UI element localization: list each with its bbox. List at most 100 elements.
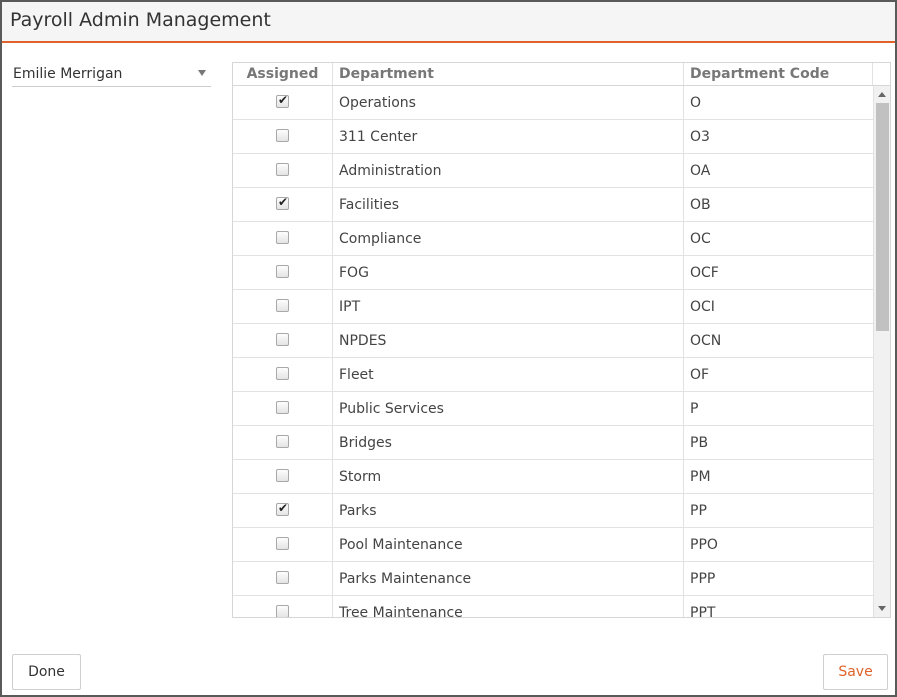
department-code-cell: OCI (690, 299, 715, 315)
assigned-cell: ✔ (233, 460, 333, 494)
assigned-checkbox[interactable]: ✔ (276, 537, 289, 550)
user-dropdown[interactable]: Emilie Merrigan (12, 63, 211, 87)
table-row[interactable]: ✔ Storm PM (233, 460, 873, 494)
title-bar: Payroll Admin Management (2, 2, 895, 43)
department-code-cell: OC (690, 231, 711, 247)
assigned-cell: ✔ (233, 188, 333, 222)
assigned-checkbox[interactable]: ✔ (276, 367, 289, 380)
department-cell: Pool Maintenance (333, 528, 684, 562)
assigned-checkbox[interactable]: ✔ (276, 231, 289, 244)
grid-header: Assigned Department Department Code (233, 63, 890, 86)
assigned-cell: ✔ (233, 358, 333, 392)
table-row[interactable]: ✔ Parks Maintenance PPP (233, 562, 873, 596)
assigned-checkbox[interactable]: ✔ (276, 163, 289, 176)
table-row[interactable]: ✔ NPDES OCN (233, 324, 873, 358)
check-icon: ✔ (278, 195, 289, 209)
assigned-cell: ✔ (233, 392, 333, 426)
department-cell: Public Services (333, 392, 684, 426)
department-code-cell: OF (690, 367, 710, 383)
arrow-down-icon[interactable] (878, 606, 886, 611)
department-cell: 311 Center (333, 120, 684, 154)
department-cell: Facilities (333, 188, 684, 222)
department-code-cell: OB (690, 197, 711, 213)
vertical-scrollbar[interactable] (873, 86, 890, 617)
payroll-admin-dialog: Payroll Admin Management Emilie Merrigan… (0, 0, 897, 697)
assigned-checkbox[interactable]: ✔ (276, 299, 289, 312)
chevron-down-icon (198, 70, 206, 76)
department-cell: Storm (333, 460, 684, 494)
table-row[interactable]: ✔ Operations O (233, 86, 873, 120)
assigned-cell: ✔ (233, 324, 333, 358)
table-row[interactable]: ✔ Compliance OC (233, 222, 873, 256)
table-row[interactable]: ✔ Fleet OF (233, 358, 873, 392)
department-code-cell: OA (690, 163, 711, 179)
assigned-cell: ✔ (233, 596, 333, 617)
department-cell: NPDES (333, 324, 684, 358)
table-row[interactable]: ✔ FOG OCF (233, 256, 873, 290)
assigned-checkbox[interactable]: ✔ (276, 401, 289, 414)
department-cell: FOG (333, 256, 684, 290)
department-code-cell: OCN (690, 333, 722, 349)
assigned-checkbox[interactable]: ✔ (276, 93, 289, 108)
table-row[interactable]: ✔ 311 Center O3 (233, 120, 873, 154)
table-row[interactable]: ✔ Bridges PB (233, 426, 873, 460)
table-row[interactable]: ✔ Pool Maintenance PPO (233, 528, 873, 562)
table-row[interactable]: ✔ Public Services P (233, 392, 873, 426)
department-code-cell: PPT (690, 605, 716, 618)
assigned-checkbox[interactable]: ✔ (276, 195, 289, 210)
department-code-cell: PB (690, 435, 709, 451)
user-dropdown-value: Emilie Merrigan (13, 66, 123, 82)
department-code-cell: PP (690, 503, 707, 519)
department-code-cell: O (690, 95, 702, 111)
department-cell: Parks (333, 494, 684, 528)
assigned-cell: ✔ (233, 494, 333, 528)
department-cell: IPT (333, 290, 684, 324)
assigned-cell: ✔ (233, 426, 333, 460)
table-row[interactable]: ✔ Facilities OB (233, 188, 873, 222)
department-cell: Fleet (333, 358, 684, 392)
assigned-cell: ✔ (233, 290, 333, 324)
assigned-checkbox[interactable]: ✔ (276, 605, 289, 617)
done-button[interactable]: Done (12, 654, 81, 690)
department-code-cell: PM (690, 469, 711, 485)
check-icon: ✔ (278, 93, 289, 107)
check-icon: ✔ (278, 501, 289, 515)
grid-body[interactable]: ✔ Operations O ✔ 311 Center O3 ✔ Administration… (233, 86, 873, 618)
assigned-checkbox[interactable]: ✔ (276, 501, 289, 516)
table-row[interactable]: ✔ Tree Maintenance PPT (233, 596, 873, 618)
department-code-cell: O3 (690, 129, 710, 145)
department-cell: Operations (333, 86, 684, 120)
assigned-checkbox[interactable]: ✔ (276, 469, 289, 482)
assigned-cell: ✔ (233, 154, 333, 188)
department-code-cell: P (690, 401, 699, 417)
assigned-cell: ✔ (233, 528, 333, 562)
assigned-cell: ✔ (233, 120, 333, 154)
table-row[interactable]: ✔ Parks PP (233, 494, 873, 528)
assigned-checkbox[interactable]: ✔ (276, 333, 289, 346)
department-code-cell: PPP (690, 571, 716, 587)
table-row[interactable]: ✔ Administration OA (233, 154, 873, 188)
dialog-title: Payroll Admin Management (10, 9, 271, 31)
assigned-cell: ✔ (233, 222, 333, 256)
column-header-department[interactable]: Department (333, 63, 684, 85)
arrow-up-icon[interactable] (878, 92, 886, 97)
header-scroll-spacer (873, 63, 890, 85)
assigned-cell: ✔ (233, 86, 333, 120)
department-code-cell: OCF (690, 265, 719, 281)
department-code-cell: PPO (690, 537, 718, 553)
assigned-cell: ✔ (233, 562, 333, 596)
assigned-checkbox[interactable]: ✔ (276, 129, 289, 142)
department-cell: Administration (333, 154, 684, 188)
department-cell: Bridges (333, 426, 684, 460)
scrollbar-thumb[interactable] (876, 103, 889, 331)
department-cell: Tree Maintenance (333, 596, 684, 617)
assigned-checkbox[interactable]: ✔ (276, 571, 289, 584)
assigned-cell: ✔ (233, 256, 333, 290)
assigned-checkbox[interactable]: ✔ (276, 265, 289, 278)
column-header-department-code[interactable]: Department Code (684, 63, 873, 85)
save-button[interactable]: Save (823, 654, 888, 690)
table-row[interactable]: ✔ IPT OCI (233, 290, 873, 324)
department-cell: Parks Maintenance (333, 562, 684, 596)
assigned-checkbox[interactable]: ✔ (276, 435, 289, 448)
column-header-assigned[interactable]: Assigned (233, 63, 333, 85)
